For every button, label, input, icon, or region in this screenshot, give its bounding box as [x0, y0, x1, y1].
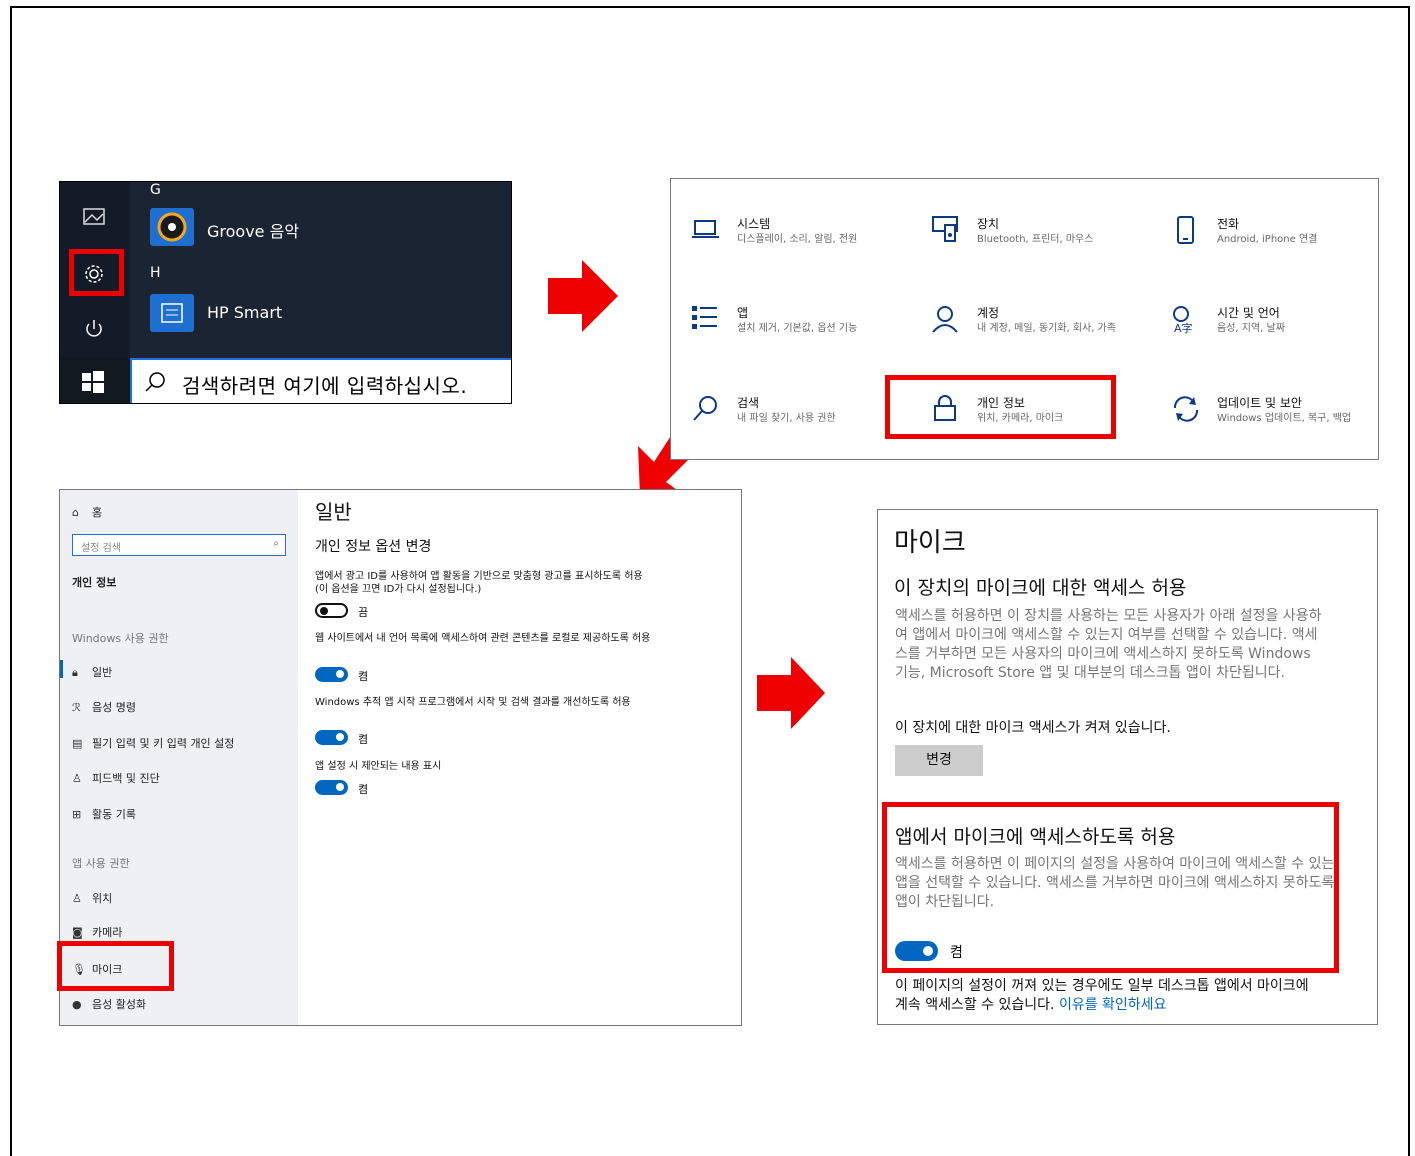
inking-icon: ▤ [72, 737, 83, 750]
search-icon [693, 396, 717, 421]
feedback-icon: ♙ [72, 772, 82, 785]
settings-sub: Windows 업데이트, 복구, 백업 [1217, 413, 1352, 424]
sidebar-item-activity[interactable]: ⊞ 활동 기록 [72, 806, 136, 822]
settings-title: 검색 [737, 396, 760, 410]
toggle-label-on: 켬 [358, 733, 369, 746]
groove-icon [150, 208, 194, 246]
sync-icon [1173, 396, 1199, 422]
settings-title: 시간 및 언어 [1217, 306, 1280, 320]
home-icon: ⌂ [72, 506, 79, 519]
sidebar-item-speech[interactable]: ℛ 음성 명령 [72, 699, 136, 715]
lock-icon: 🔒︎ [72, 666, 78, 679]
taskbar-search-input[interactable]: 검색하려면 여기에 입력하십시오. [130, 358, 511, 403]
highlight-app-access [882, 802, 1339, 973]
sidebar-home[interactable]: ⌂ 홈 [72, 504, 102, 520]
mic-device-status: 이 장치에 대한 마이크 액세스가 켜져 있습니다. [895, 720, 1171, 736]
photos-icon[interactable] [82, 207, 106, 227]
settings-search-placeholder: 설정 검색 [81, 543, 121, 554]
activity-icon: ⊞ [72, 808, 82, 821]
settings-sub: 설치 제거, 기본값, 옵션 기능 [737, 323, 858, 334]
settings-title: 업데이트 및 보안 [1217, 396, 1302, 410]
person-icon [932, 306, 958, 333]
settings-search-input[interactable]: 설정 검색 ⌕ [72, 534, 286, 556]
settings-title: 계정 [977, 306, 1000, 320]
learn-why-link[interactable]: 이유를 확인하세요 [1059, 997, 1167, 1013]
settings-sub: Android, iPhone 연결 [1217, 234, 1318, 245]
phone-icon [1177, 216, 1194, 244]
sidebar-group-apps: 앱 사용 권한 [72, 857, 130, 870]
toggle-language-list[interactable] [315, 667, 348, 682]
arrow-right-icon [548, 260, 618, 332]
settings-title: 시스템 [737, 217, 771, 231]
sidebar-item-location[interactable]: ♙ 위치 [72, 890, 112, 906]
toggle-ad-id[interactable] [315, 603, 348, 618]
hp-smart-label[interactable]: HP Smart [207, 303, 282, 322]
sidebar-group-windows: Windows 사용 권한 [72, 632, 169, 645]
sidebar-item-general[interactable]: 🔒︎ 일반 [72, 664, 112, 680]
toggle-suggested-content[interactable] [315, 780, 348, 795]
power-icon[interactable] [82, 317, 106, 341]
mic-device-desc: 액세스를 허용하면 이 장치를 사용하는 모든 사용자가 아래 설정을 사용하여… [895, 608, 1322, 681]
groove-label[interactable]: Groove 음악 [207, 218, 299, 242]
location-icon: ♙ [72, 892, 82, 905]
laptop-icon [692, 220, 719, 238]
svg-text:A字: A字 [1174, 321, 1193, 334]
option-language-list: 웹 사이트에서 내 언어 목록에 액세스하여 관련 콘텐츠를 로컬로 제공하도록… [315, 633, 651, 644]
mic-note: 이 페이지의 설정이 꺼져 있는 경우에도 일부 데스크톱 앱에서 마이크에 계… [895, 977, 1325, 1015]
settings-title: 장치 [977, 217, 1000, 231]
settings-title: 앱 [737, 306, 749, 320]
windows-logo-icon[interactable] [82, 371, 104, 393]
settings-sub: 내 파일 찾기, 사용 권한 [737, 413, 836, 424]
sidebar-item-camera[interactable]: ◙ 카메라 [72, 924, 122, 940]
highlight-settings [69, 249, 124, 296]
hp-smart-icon [150, 294, 194, 332]
highlight-microphone [57, 941, 174, 991]
language-icon: A字 [1173, 306, 1193, 334]
change-button[interactable]: 변경 [895, 745, 983, 776]
devices-icon [932, 216, 958, 242]
start-menu: G Groove 음악 H HP Smart 검색하려면 여기에 입력하십시오. [59, 181, 512, 404]
option-app-launch: Windows 추적 앱 시작 프로그램에서 시작 및 검색 결과를 개선하도록… [315, 697, 631, 708]
arrow-right-icon-2 [757, 657, 825, 729]
toggle-label-off: 끔 [358, 606, 369, 619]
speech-icon: ℛ [72, 701, 81, 714]
taskbar [60, 358, 130, 403]
apps-icon [692, 306, 717, 329]
settings-sub: 내 계정, 메일, 동기화, 회사, 가족 [977, 323, 1117, 334]
sidebar-item-feedback[interactable]: ♙ 피드백 및 진단 [72, 770, 160, 786]
camera-icon: ◙ [72, 926, 83, 939]
letter-g: G [150, 182, 161, 198]
sidebar-section-title: 개인 정보 [72, 576, 117, 589]
settings-sub: 디스플레이, 소리, 알림, 전원 [737, 234, 858, 245]
settings-sub: Bluetooth, 프린터, 마우스 [977, 234, 1094, 245]
voice-icon: ● [72, 998, 82, 1011]
option-ad-id: 앱에서 광고 ID를 사용하여 앱 활동을 기반으로 맞춤형 광고를 표시하도록… [315, 571, 643, 595]
option-suggested-content: 앱 설정 시 제안되는 내용 표시 [315, 761, 442, 772]
page-subtitle: 개인 정보 옵션 변경 [315, 539, 432, 555]
letter-h: H [150, 265, 161, 281]
sidebar-item-voice-activation[interactable]: ● 음성 활성화 [72, 996, 146, 1012]
page-title: 일반 [315, 500, 352, 524]
search-icon: ⌕ [273, 538, 279, 549]
toggle-label-on: 켬 [358, 670, 369, 683]
mic-device-heading: 이 장치의 마이크에 대한 액세스 허용 [894, 577, 1187, 599]
sidebar-item-inking[interactable]: ▤ 필기 입력 및 키 입력 개인 설정 [72, 735, 234, 751]
toggle-app-launch[interactable] [315, 730, 348, 745]
settings-title: 전화 [1217, 217, 1240, 231]
highlight-privacy [885, 375, 1116, 439]
mic-title: 마이크 [894, 528, 966, 558]
toggle-label-on: 켬 [358, 783, 369, 796]
selection-marker [60, 660, 63, 678]
search-placeholder: 검색하려면 여기에 입력하십시오. [182, 374, 468, 398]
settings-sub: 음성, 지역, 날짜 [1217, 323, 1285, 334]
search-icon [145, 372, 165, 392]
